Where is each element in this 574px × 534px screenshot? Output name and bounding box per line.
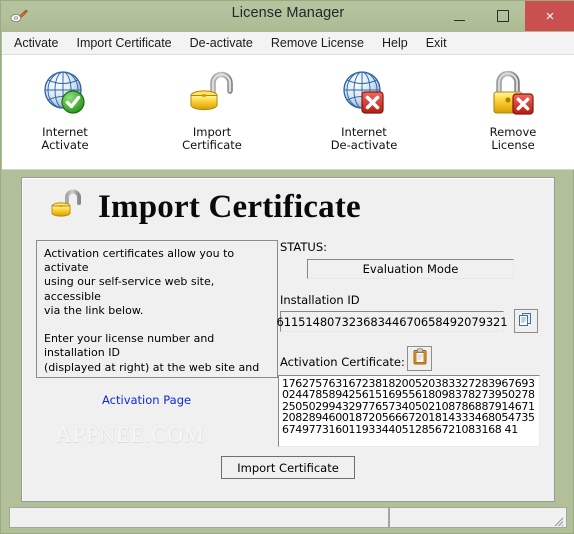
license-manager-window: License Manager × Activate Import Certif…: [0, 0, 574, 534]
menu-bar: Activate Import Certificate De-activate …: [2, 32, 574, 55]
status-label: STATUS:: [280, 240, 328, 254]
menu-de-activate[interactable]: De-activate: [181, 33, 262, 53]
activation-certificate-label: Activation Certificate:: [280, 355, 405, 369]
maximize-button[interactable]: [481, 1, 525, 31]
toolbar-label: Import Certificate: [182, 125, 242, 152]
status-bar-left: [9, 507, 389, 528]
globe-check-icon: [10, 67, 120, 121]
import-certificate-button[interactable]: Import Certificate: [221, 456, 355, 479]
menu-remove-license[interactable]: Remove License: [262, 33, 373, 53]
copy-button[interactable]: [514, 309, 538, 333]
maximize-icon: [497, 10, 509, 22]
menu-import-certificate[interactable]: Import Certificate: [67, 33, 180, 53]
padlock-error-icon: [458, 67, 568, 121]
toolbar-internet-de-activate[interactable]: Internet De-activate: [309, 67, 419, 152]
toolbar-remove-license[interactable]: Remove License: [458, 67, 568, 152]
toolbar-label: Internet De-activate: [330, 125, 398, 152]
close-button[interactable]: ×: [525, 1, 574, 31]
open-padlock-icon: [50, 188, 84, 227]
instructions-text: Activation certificates allow you to act…: [36, 240, 278, 378]
toolbar-label: Internet Activate: [41, 125, 89, 152]
globe-error-icon: [309, 67, 419, 121]
status-bar-right: [389, 507, 567, 528]
title-bar: License Manager ×: [1, 1, 574, 32]
status-value: Evaluation Mode: [307, 259, 514, 279]
copy-icon: [518, 311, 534, 332]
toolbar: Internet Activate Import Certificate Int…: [2, 55, 574, 170]
menu-exit[interactable]: Exit: [417, 33, 456, 53]
resize-grip-icon[interactable]: [552, 514, 564, 527]
activation-page-link[interactable]: Activation Page: [102, 393, 191, 407]
toolbar-internet-activate[interactable]: Internet Activate: [10, 67, 120, 152]
installation-id-field[interactable]: 61151480732368344670658492079321: [277, 311, 508, 332]
minimize-icon: [453, 19, 465, 21]
activation-certificate-input[interactable]: 1762757631672381820052038332728396769302…: [278, 375, 540, 447]
installation-id-label: Installation ID: [280, 293, 360, 307]
menu-help[interactable]: Help: [373, 33, 417, 53]
toolbar-label: Remove License: [489, 125, 537, 152]
import-certificate-panel: Import Certificate Activation certificat…: [21, 177, 555, 502]
paste-button[interactable]: [407, 346, 432, 371]
open-padlock-icon: [157, 67, 267, 121]
watermark: APPNEE.COM: [56, 422, 205, 447]
status-bar: [9, 507, 567, 528]
page-title: Import Certificate: [98, 188, 361, 225]
clipboard-paste-icon: [412, 347, 428, 370]
toolbar-import-certificate[interactable]: Import Certificate: [157, 67, 267, 152]
panel-header: Import Certificate: [22, 178, 556, 236]
minimize-button[interactable]: [437, 1, 481, 31]
menu-activate[interactable]: Activate: [5, 33, 67, 53]
